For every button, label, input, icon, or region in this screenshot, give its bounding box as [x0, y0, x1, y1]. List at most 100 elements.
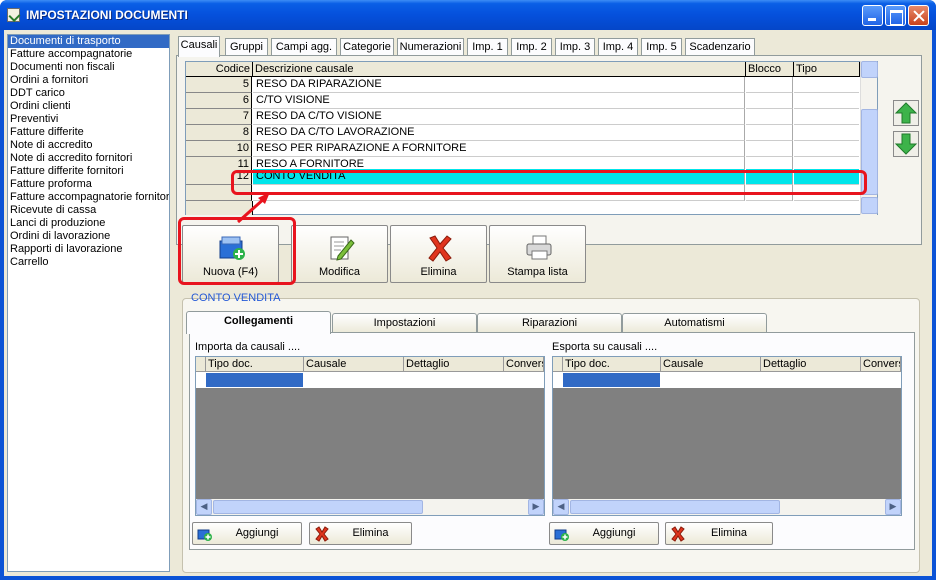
list-item[interactable]: Rapporti di lavorazione: [8, 243, 169, 256]
table-row[interactable]: 10 RESO PER RIPARAZIONE A FORNITORE: [186, 141, 859, 157]
col-header-blocco[interactable]: Blocco: [746, 62, 794, 77]
list-item[interactable]: Carrello: [8, 256, 169, 269]
list-item[interactable]: Fatture differite: [8, 126, 169, 139]
col-header-code[interactable]: Codice: [186, 62, 253, 77]
tab-causali[interactable]: Causali: [178, 36, 220, 57]
list-item[interactable]: Ricevute di cassa: [8, 204, 169, 217]
col-header-dettaglio[interactable]: Dettaglio: [404, 357, 504, 372]
scroll-up-arrow-icon[interactable]: [861, 61, 878, 78]
move-up-button[interactable]: [893, 100, 919, 126]
horizontal-scrollbar[interactable]: ◀ ▶: [196, 499, 544, 515]
move-down-button[interactable]: [893, 131, 919, 157]
tab-campi-agg[interactable]: Campi agg.: [271, 38, 337, 56]
import-section: Importa da causali .... Tipo doc. Causal…: [195, 341, 545, 521]
horizontal-scrollbar[interactable]: ◀ ▶: [553, 499, 901, 515]
table-row[interactable]: 8 RESO DA C/TO LAVORAZIONE: [186, 125, 859, 141]
cell-tipo: [794, 77, 859, 93]
print-list-button[interactable]: Stampa lista: [489, 225, 586, 283]
close-button[interactable]: [908, 5, 929, 26]
list-item[interactable]: Preventivi: [8, 113, 169, 126]
col-header-desc[interactable]: Descrizione causale: [253, 62, 746, 77]
list-item[interactable]: Ordini a fornitori: [8, 74, 169, 87]
row-header-corner: [196, 357, 206, 372]
col-header-causale[interactable]: Causale: [661, 357, 761, 372]
list-item[interactable]: Ordini clienti: [8, 100, 169, 113]
title-bar[interactable]: IMPOSTAZIONI DOCUMENTI: [0, 0, 936, 30]
tab-automatismi[interactable]: Automatismi: [622, 313, 767, 333]
table-row[interactable]: 7 RESO DA C/TO VISIONE: [186, 109, 859, 125]
delete-button-label: Elimina: [420, 266, 457, 278]
green-down-arrow-icon: [894, 133, 918, 155]
tab-numerazioni[interactable]: Numerazioni: [397, 38, 464, 56]
cell-code: 5: [186, 77, 252, 93]
table-row[interactable]: 11 RESO A FORNITORE: [186, 157, 859, 169]
tab-imp-1[interactable]: Imp. 1: [467, 38, 508, 56]
detail-title: CONTO VENDITA: [191, 292, 281, 304]
list-item[interactable]: Note di accredito: [8, 139, 169, 152]
export-section: Esporta su causali .... Tipo doc. Causal…: [552, 341, 902, 521]
col-header-tipo[interactable]: Tipo: [794, 62, 860, 77]
col-header-causale[interactable]: Causale: [304, 357, 404, 372]
list-item[interactable]: Documenti di trasporto: [8, 35, 169, 48]
tab-scadenzario[interactable]: Scadenzario: [685, 38, 755, 56]
scroll-right-arrow-icon[interactable]: ▶: [528, 499, 544, 515]
document-type-list[interactable]: Documenti di trasporto Fatture accompagn…: [7, 34, 170, 572]
green-up-arrow-icon: [894, 102, 918, 124]
col-header-conversione[interactable]: Convers: [504, 357, 544, 372]
export-grid[interactable]: Tipo doc. Causale Dettaglio Conversi ◀ ▶: [552, 356, 902, 516]
tab-imp-5[interactable]: Imp. 5: [641, 38, 682, 56]
scroll-left-arrow-icon[interactable]: ◀: [553, 499, 569, 515]
cell-tipo: [794, 141, 859, 157]
delete-button[interactable]: Elimina: [390, 225, 487, 283]
import-label: Importa da causali ....: [195, 341, 301, 353]
edit-button[interactable]: Modifica: [291, 225, 388, 283]
tab-categorie[interactable]: Categorie: [340, 38, 394, 56]
scroll-thumb[interactable]: [570, 500, 780, 514]
export-remove-button[interactable]: Elimina: [665, 522, 773, 545]
cell-desc: RESO DA C/TO VISIONE: [253, 109, 745, 125]
col-header-conversione[interactable]: Conversi: [861, 357, 901, 372]
tab-imp-3[interactable]: Imp. 3: [555, 38, 595, 56]
export-label: Esporta su causali ....: [552, 341, 658, 353]
tab-imp-2[interactable]: Imp. 2: [511, 38, 552, 56]
import-grid[interactable]: Tipo doc. Causale Dettaglio Convers ◀ ▶: [195, 356, 545, 516]
delete-x-icon: [428, 235, 452, 262]
selected-cell[interactable]: [563, 373, 660, 387]
import-remove-button[interactable]: Elimina: [309, 522, 412, 545]
list-item[interactable]: Fatture proforma: [8, 178, 169, 191]
table-row[interactable]: [196, 372, 544, 388]
list-item[interactable]: Ordini di lavorazione: [8, 230, 169, 243]
col-header-tipo-doc[interactable]: Tipo doc.: [563, 357, 661, 372]
cell-tipo: [794, 125, 859, 141]
maximize-button[interactable]: [885, 5, 906, 26]
tab-gruppi[interactable]: Gruppi: [225, 38, 268, 56]
list-item[interactable]: Fatture accompagnatorie: [8, 48, 169, 61]
list-item[interactable]: Note di accredito fornitori: [8, 152, 169, 165]
col-header-dettaglio[interactable]: Dettaglio: [761, 357, 861, 372]
export-add-button[interactable]: Aggiungi: [549, 522, 659, 545]
scroll-thumb[interactable]: [213, 500, 423, 514]
tab-imp-4[interactable]: Imp. 4: [598, 38, 638, 56]
tab-collegamenti[interactable]: Collegamenti: [186, 311, 331, 334]
cell-tipo: [794, 93, 859, 109]
scroll-down-arrow-icon[interactable]: [861, 197, 878, 214]
list-item[interactable]: Fatture differite fornitori: [8, 165, 169, 178]
scroll-left-arrow-icon[interactable]: ◀: [196, 499, 212, 515]
tab-riparazioni[interactable]: Riparazioni: [477, 313, 622, 333]
tab-impostazioni[interactable]: Impostazioni: [332, 313, 477, 333]
import-add-button[interactable]: Aggiungi: [192, 522, 302, 545]
list-item[interactable]: Documenti non fiscali: [8, 61, 169, 74]
col-header-tipo-doc[interactable]: Tipo doc.: [206, 357, 304, 372]
list-item[interactable]: DDT carico: [8, 87, 169, 100]
list-item[interactable]: Lanci di produzione: [8, 217, 169, 230]
table-row[interactable]: 6 C/TO VISIONE: [186, 93, 859, 109]
selected-cell[interactable]: [206, 373, 303, 387]
cell-blocco: [746, 77, 793, 93]
cell-tipo: [794, 109, 859, 125]
table-row[interactable]: [553, 372, 901, 388]
table-row[interactable]: 5 RESO DA RIPARAZIONE: [186, 77, 859, 93]
edit-button-label: Modifica: [319, 266, 360, 278]
scroll-right-arrow-icon[interactable]: ▶: [885, 499, 901, 515]
minimize-button[interactable]: [862, 5, 883, 26]
list-item[interactable]: Fatture accompagnatorie fornitori: [8, 191, 169, 204]
